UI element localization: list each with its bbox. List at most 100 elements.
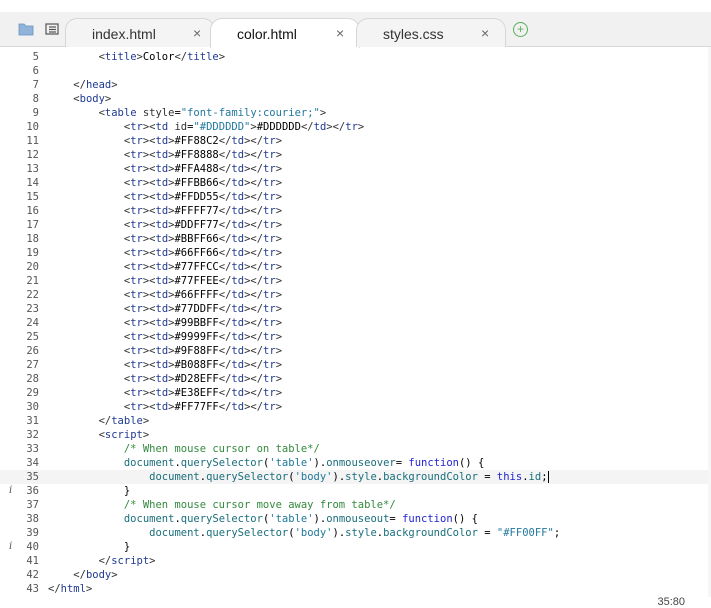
code-line[interactable]: 17 <tr><td>#DDFF77</td></tr> xyxy=(0,218,711,232)
line-code: <tr><td>#66FFFF</td></tr> xyxy=(123,289,283,301)
line-number: 43 xyxy=(26,583,39,595)
code-line[interactable]: 5 <title>Color</title> xyxy=(0,50,711,64)
close-icon[interactable]: × xyxy=(193,25,201,41)
code-line[interactable]: 8 <body> xyxy=(0,92,711,106)
code-line[interactable]: 7 </head> xyxy=(0,78,711,92)
line-code: <tr><td>#9F88FF</td></tr> xyxy=(123,345,283,357)
line-code: <tr><td>#BBFF66</td></tr> xyxy=(123,233,283,245)
line-code: <tr><td>#FFA488</td></tr> xyxy=(123,163,283,175)
code-line[interactable]: 28 <tr><td>#D28EFF</td></tr> xyxy=(0,372,711,386)
line-number: 28 xyxy=(26,373,39,385)
window-top-strip xyxy=(0,0,711,12)
code-line[interactable]: 9 <table style="font-family:courier;"> xyxy=(0,106,711,120)
line-number: 39 xyxy=(26,527,39,539)
line-number: 36 xyxy=(26,485,39,497)
code-line[interactable]: 13 <tr><td>#FFA488</td></tr> xyxy=(0,162,711,176)
tab-color-html[interactable]: color.html × xyxy=(210,18,360,48)
close-icon[interactable]: × xyxy=(481,25,489,41)
line-code: <title>Color</title> xyxy=(98,51,226,63)
line-code: </head> xyxy=(73,79,118,91)
line-number: 38 xyxy=(26,513,39,525)
line-code: </html> xyxy=(48,583,93,595)
line-number: 35 xyxy=(26,471,39,483)
code-line[interactable]: 35 document.querySelector('body').style.… xyxy=(0,470,711,484)
line-number: 18 xyxy=(26,233,39,245)
tab-index-html[interactable]: index.html × xyxy=(65,18,215,47)
line-code: <tr><td>#E38EFF</td></tr> xyxy=(123,387,283,399)
line-number: 12 xyxy=(26,149,39,161)
line-code: } xyxy=(48,541,131,553)
line-number: 15 xyxy=(26,191,39,203)
code-line[interactable]: 16 <tr><td>#FFFF77</td></tr> xyxy=(0,204,711,218)
code-line[interactable]: 29 <tr><td>#E38EFF</td></tr> xyxy=(0,386,711,400)
code-line[interactable]: 20 <tr><td>#77FFCC</td></tr> xyxy=(0,260,711,274)
code-line[interactable]: 24 <tr><td>#99BBFF</td></tr> xyxy=(0,316,711,330)
code-line[interactable]: 15 <tr><td>#FFDD55</td></tr> xyxy=(0,190,711,204)
line-number: 7 xyxy=(32,79,39,91)
line-code: <tr><td>#77DDFF</td></tr> xyxy=(123,303,283,315)
code-line[interactable]: 41 </script> xyxy=(0,554,711,568)
line-number: 14 xyxy=(26,177,39,189)
cursor-position: 35:80 xyxy=(657,596,685,608)
line-number: 6 xyxy=(32,65,39,77)
line-code: <tr><td>#B088FF</td></tr> xyxy=(123,359,283,371)
line-code: <tr><td>#FFDD55</td></tr> xyxy=(123,191,283,203)
line-number: 37 xyxy=(26,499,39,511)
add-tab-icon[interactable]: + xyxy=(513,22,528,37)
outline-icon[interactable] xyxy=(44,22,60,36)
code-line[interactable]: 14 <tr><td>#FFBB66</td></tr> xyxy=(0,176,711,190)
code-line[interactable]: 18 <tr><td>#BBFF66</td></tr> xyxy=(0,232,711,246)
line-code: document.querySelector('table').onmouseo… xyxy=(123,457,485,469)
code-line[interactable]: 30 <tr><td>#FF77FF</td></tr> xyxy=(0,400,711,414)
line-code: <tr><td id="#DDDDDD">#DDDDDD</td></tr> xyxy=(123,121,365,133)
line-number: 8 xyxy=(32,93,39,105)
line-code: <tr><td>#77FFEE</td></tr> xyxy=(123,275,283,287)
line-number: 33 xyxy=(26,443,39,455)
code-line[interactable]: 26 <tr><td>#9F88FF</td></tr> xyxy=(0,344,711,358)
code-line[interactable]: 33 /* When mouse cursor on table*/ xyxy=(0,442,711,456)
tab-bar: index.html × color.html × styles.css × + xyxy=(0,12,711,48)
code-line[interactable]: 27 <tr><td>#B088FF</td></tr> xyxy=(0,358,711,372)
line-number: 9 xyxy=(32,107,39,119)
code-line[interactable]: 32 <script> xyxy=(0,428,711,442)
code-line[interactable]: 22 <tr><td>#66FFFF</td></tr> xyxy=(0,288,711,302)
code-line[interactable]: 11 <tr><td>#FF88C2</td></tr> xyxy=(0,134,711,148)
code-line[interactable]: 42 </body> xyxy=(0,568,711,582)
code-line[interactable]: 34 document.querySelector('table').onmou… xyxy=(0,456,711,470)
line-number: 27 xyxy=(26,359,39,371)
close-icon[interactable]: × xyxy=(336,25,344,41)
line-code: <tr><td>#D28EFF</td></tr> xyxy=(123,373,283,385)
line-code: <tr><td>#FFBB66</td></tr> xyxy=(123,177,283,189)
code-line[interactable]: 10 <tr><td id="#DDDDDD">#DDDDDD</td></tr… xyxy=(0,120,711,134)
code-line[interactable]: 6 xyxy=(0,64,711,78)
tab-styles-css[interactable]: styles.css × xyxy=(356,18,506,47)
code-line[interactable]: 31 </table> xyxy=(0,414,711,428)
line-number: 30 xyxy=(26,401,39,413)
code-line[interactable]: 19 <tr><td>#66FF66</td></tr> xyxy=(0,246,711,260)
line-number: 22 xyxy=(26,289,39,301)
code-line[interactable]: i 36 } xyxy=(0,484,711,498)
line-code: <tr><td>#FF88C2</td></tr> xyxy=(123,135,283,147)
code-line[interactable]: 38 document.querySelector('table').onmou… xyxy=(0,512,711,526)
code-line[interactable]: 25 <tr><td>#9999FF</td></tr> xyxy=(0,330,711,344)
line-code: </body> xyxy=(73,569,118,581)
code-line[interactable]: i 40 } xyxy=(0,540,711,554)
code-line[interactable]: 23 <tr><td>#77DDFF</td></tr> xyxy=(0,302,711,316)
line-number: 17 xyxy=(26,219,39,231)
line-code: } xyxy=(48,485,131,497)
tab-label: styles.css xyxy=(383,26,444,42)
code-line[interactable]: 39 document.querySelector('body').style.… xyxy=(0,526,711,540)
line-code: <tr><td>#99BBFF</td></tr> xyxy=(123,317,283,329)
line-number: 13 xyxy=(26,163,39,175)
line-code: <tr><td>#DDFF77</td></tr> xyxy=(123,219,283,231)
tab-label: color.html xyxy=(237,26,297,42)
code-line[interactable]: 43 </html> xyxy=(0,582,711,596)
code-line[interactable]: 37 /* When mouse cursor move away from t… xyxy=(0,498,711,512)
line-number: 21 xyxy=(26,275,39,287)
code-line[interactable]: 12 <tr><td>#FF8888</td></tr> xyxy=(0,148,711,162)
line-number: 34 xyxy=(26,457,39,469)
line-code: </table> xyxy=(98,415,150,427)
code-editor[interactable]: 5 <title>Color</title> 6 7 </head> 8 <body>… xyxy=(0,47,711,597)
folder-icon[interactable] xyxy=(18,22,34,36)
code-line[interactable]: 21 <tr><td>#77FFEE</td></tr> xyxy=(0,274,711,288)
